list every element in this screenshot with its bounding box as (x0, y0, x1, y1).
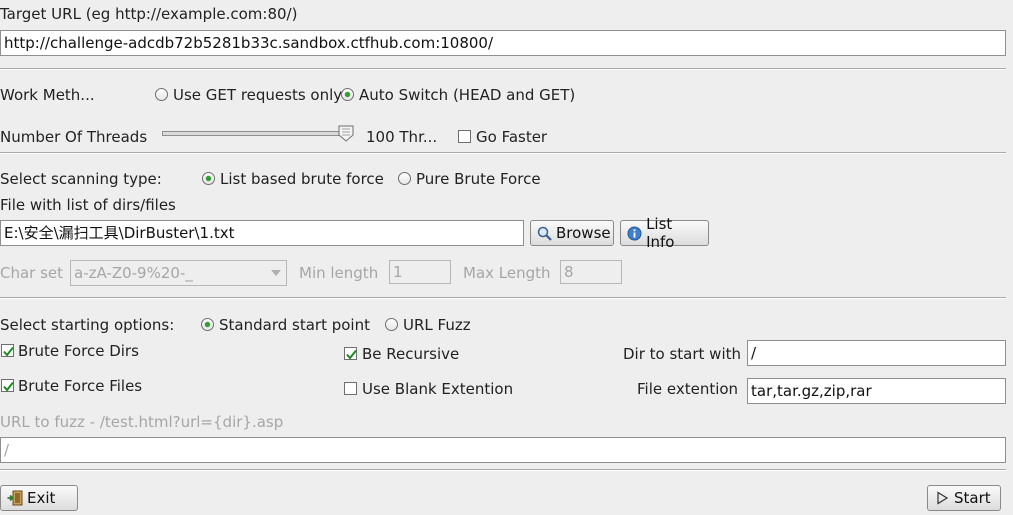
brute-files-label[interactable]: Brute Force Files (18, 376, 142, 396)
charset-select[interactable]: a-zA-Z0-9%20-_ (70, 260, 287, 286)
separator (0, 68, 1006, 70)
max-length-label: Max Length (463, 264, 551, 282)
threads-slider-thumb[interactable] (338, 125, 354, 142)
checkmark-icon (3, 381, 14, 392)
brute-files-checkbox[interactable] (1, 379, 14, 392)
scanning-type-label: Select scanning type: (0, 170, 162, 188)
standard-start-label[interactable]: Standard start point (219, 315, 370, 335)
browse-label: Browse (556, 224, 611, 242)
get-only-label[interactable]: Use GET requests only (173, 85, 342, 105)
dir-start-label: Dir to start with (623, 345, 742, 363)
list-info-label: List Info (646, 215, 675, 251)
recursive-checkbox[interactable] (344, 347, 357, 360)
url-fuzz-label[interactable]: URL Fuzz (403, 315, 471, 335)
target-url-input[interactable]: http://challenge-adcdb72b5281b33c.sandbo… (0, 30, 1006, 56)
blank-ext-label[interactable]: Use Blank Extention (362, 379, 513, 399)
max-length-input[interactable]: 8 (560, 260, 622, 284)
checkmark-icon (3, 346, 14, 357)
url-fuzz-template-label: URL to fuzz - /test.html?url={dir}.asp (0, 413, 284, 431)
exit-button[interactable]: Exit (0, 485, 78, 511)
exit-door-icon (7, 490, 23, 506)
threads-slider-track[interactable] (162, 131, 350, 136)
recursive-label[interactable]: Be Recursive (362, 344, 459, 364)
list-based-label[interactable]: List based brute force (220, 169, 384, 189)
list-info-button[interactable]: List Info (620, 215, 709, 251)
checkmark-icon (346, 349, 357, 360)
play-icon (934, 490, 950, 506)
target-url-label: Target URL (eg http://example.com:80/) (0, 5, 298, 23)
url-fuzz-input[interactable]: / (0, 437, 1006, 463)
separator (0, 469, 1006, 471)
auto-switch-radio[interactable] (341, 88, 354, 101)
min-length-label: Min length (299, 264, 379, 282)
browse-button[interactable]: Browse (530, 220, 614, 246)
charset-label: Char set (0, 264, 64, 282)
charset-value: a-zA-Z0-9%20-_ (74, 264, 193, 282)
separator (0, 152, 1006, 154)
min-length-input[interactable]: 1 (389, 260, 451, 284)
brute-dirs-checkbox[interactable] (1, 344, 14, 357)
go-faster-label[interactable]: Go Faster (476, 127, 547, 147)
blank-ext-checkbox[interactable] (344, 382, 357, 395)
exit-label: Exit (27, 489, 56, 507)
threads-label: Number Of Threads (0, 128, 148, 146)
magnifier-icon (537, 225, 552, 241)
separator (0, 297, 1006, 299)
threads-value: 100 Thr... (366, 128, 438, 146)
pure-brute-radio[interactable] (398, 172, 411, 185)
get-only-radio[interactable] (155, 88, 168, 101)
info-icon (627, 225, 642, 241)
file-list-input[interactable]: E:\安全\漏扫工具\DirBuster\1.txt (0, 220, 524, 246)
work-method-label: Work Meth... (0, 86, 95, 104)
starting-options-label: Select starting options: (0, 316, 175, 334)
file-ext-input[interactable]: tar,tar.gz,zip,rar (747, 378, 1006, 404)
start-label: Start (954, 489, 991, 507)
file-ext-label: File extention (637, 380, 739, 398)
pure-brute-label[interactable]: Pure Brute Force (416, 169, 541, 189)
start-button[interactable]: Start (927, 485, 1001, 511)
dir-start-input[interactable]: / (747, 340, 1006, 366)
standard-start-radio[interactable] (201, 318, 214, 331)
list-based-radio[interactable] (202, 172, 215, 185)
go-faster-checkbox[interactable] (458, 130, 471, 143)
url-fuzz-radio[interactable] (385, 318, 398, 331)
chevron-down-icon (271, 270, 281, 276)
file-list-label: File with list of dirs/files (0, 196, 176, 214)
auto-switch-label[interactable]: Auto Switch (HEAD and GET) (359, 85, 575, 105)
brute-dirs-label[interactable]: Brute Force Dirs (18, 341, 139, 361)
